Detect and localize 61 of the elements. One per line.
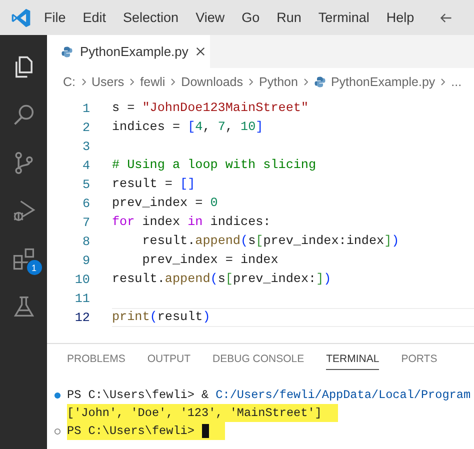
panel-tab[interactable]: PROBLEMS <box>67 353 126 369</box>
breadcrumb-item[interactable]: Downloads <box>181 74 244 88</box>
line-number: 3 <box>81 140 90 154</box>
menu-item[interactable]: Go <box>242 10 260 25</box>
menu-item[interactable]: Run <box>276 10 302 25</box>
line-number: 4 <box>81 158 90 172</box>
chevron-right-icon <box>129 76 136 86</box>
python-icon <box>61 46 73 58</box>
line-number: 10 <box>74 272 90 286</box>
code-line: # Using a loop with slicing <box>112 157 318 174</box>
code-line: print(result) <box>112 308 474 327</box>
panel-tab[interactable]: PORTS <box>401 353 438 369</box>
menu-item[interactable]: Edit <box>82 10 106 25</box>
terminal-line: PS C:\Users\fewli> & C:/Users/fewli/AppData/Local/Program <box>67 388 471 402</box>
terminal-line: PS C:\Users\fewli> <box>67 424 196 438</box>
chevron-right-icon <box>440 76 446 86</box>
notification-badge: 1 <box>26 259 42 276</box>
back-arrow-icon[interactable] <box>439 10 454 24</box>
close-icon[interactable] <box>195 46 206 57</box>
panel-tab[interactable]: TERMINAL <box>326 353 380 370</box>
code-line: result.append(s[prev_index:]) <box>112 271 332 288</box>
terminal-line: ['John', 'Doe', '123', 'MainStreet'] <box>67 406 322 420</box>
chevron-right-icon <box>80 76 86 86</box>
breadcrumb-item[interactable]: Users <box>92 74 124 88</box>
breadcrumb-item[interactable]: ... <box>451 74 462 88</box>
code-line: s = "JohnDoe123MainStreet" <box>112 100 310 117</box>
line-number: 11 <box>74 292 90 306</box>
chevron-right-icon <box>170 76 176 86</box>
line-number: 5 <box>81 178 90 192</box>
python-icon <box>314 76 326 88</box>
panel-tab[interactable]: OUTPUT <box>147 353 191 369</box>
line-number: 6 <box>81 196 90 210</box>
panel-tab[interactable]: DEBUG CONSOLE <box>212 353 304 369</box>
command-status-circle[interactable] <box>54 428 60 434</box>
command-status-dot[interactable] <box>54 392 60 398</box>
menu-item[interactable]: Help <box>386 10 414 25</box>
menu-item[interactable]: Terminal <box>318 10 370 25</box>
code-line: result = [] <box>112 176 196 193</box>
line-number: 2 <box>81 120 90 134</box>
app-logo-icon <box>10 6 32 28</box>
breadcrumb-item[interactable]: fewli <box>140 74 166 88</box>
breadcrumb-item[interactable]: C: <box>63 74 76 88</box>
chevron-right-icon <box>302 76 309 86</box>
editor-tab[interactable]: PythonExample.py <box>47 35 210 68</box>
code-line: for index in indices: <box>112 214 272 231</box>
menu-item[interactable]: Selection <box>123 10 179 25</box>
line-number: 12 <box>74 310 90 324</box>
chevron-right-icon <box>248 76 254 86</box>
menu-item[interactable]: View <box>196 10 225 25</box>
breadcrumb-item[interactable]: Python <box>259 74 298 88</box>
menu-item[interactable]: File <box>44 10 66 25</box>
extensions-icon[interactable] <box>10 246 36 272</box>
line-number: 1 <box>81 102 90 116</box>
line-number: 7 <box>81 216 90 230</box>
code-line: result.append(s[prev_index:index]) <box>141 233 400 250</box>
breadcrumb-item[interactable]: PythonExample.py <box>330 74 436 88</box>
line-number: 9 <box>81 254 90 268</box>
code-line: indices = [4, 7, 10] <box>112 119 264 136</box>
code-line: prev_index = 0 <box>112 195 219 212</box>
code-line: prev_index = index <box>141 252 280 269</box>
line-number: 8 <box>81 234 90 248</box>
